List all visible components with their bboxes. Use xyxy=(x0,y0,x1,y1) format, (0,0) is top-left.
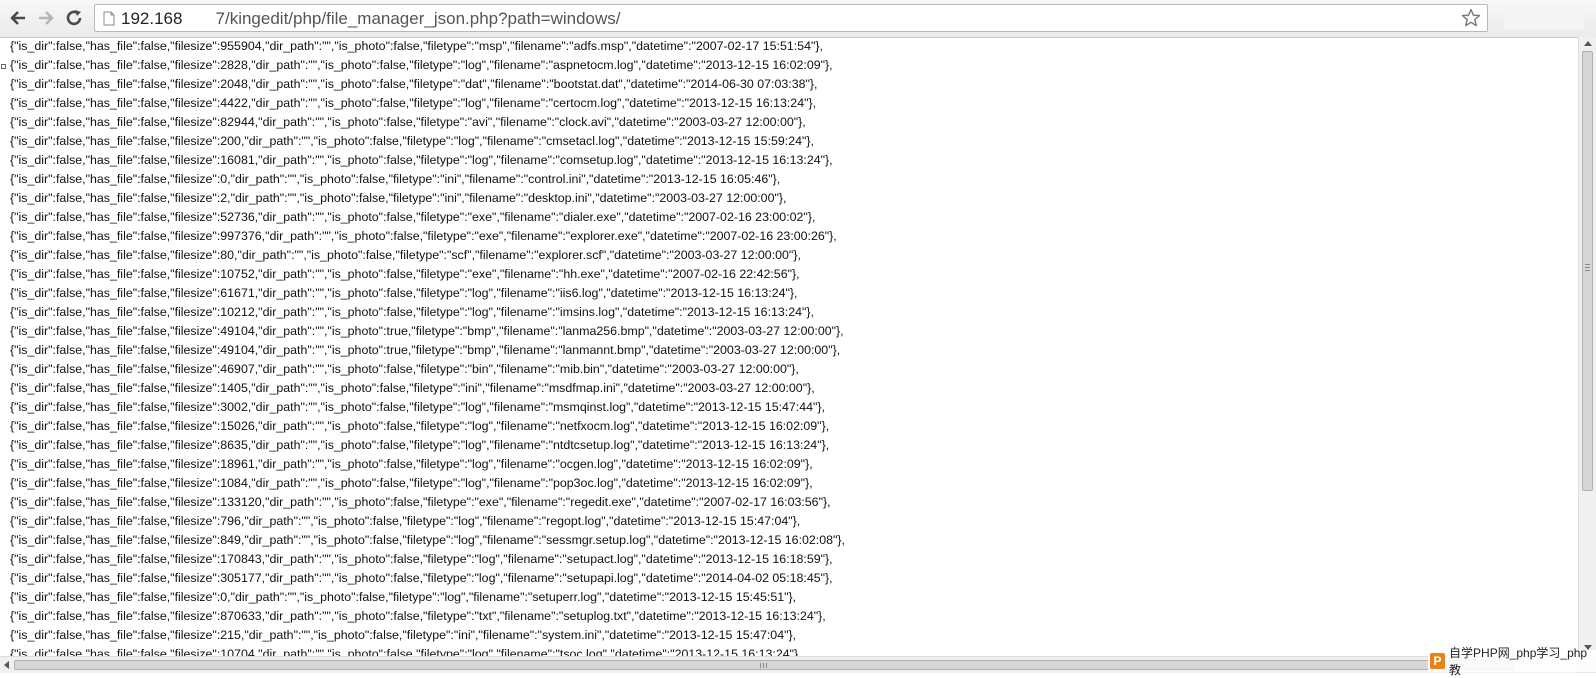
json-line: {"is_dir":false,"has_file":false,"filesi… xyxy=(10,343,841,357)
json-line: {"is_dir":false,"has_file":false,"filesi… xyxy=(10,514,801,528)
json-line: {"is_dir":false,"has_file":false,"filesi… xyxy=(10,267,800,281)
scroll-up-arrow-icon[interactable] xyxy=(1584,41,1592,46)
back-arrow-icon xyxy=(10,11,25,25)
json-line: {"is_dir":false,"has_file":false,"filesi… xyxy=(10,39,823,53)
url-path: 7/kingedit/php/file_manager_json.php?pat… xyxy=(182,9,621,28)
profile-area[interactable] xyxy=(1504,7,1584,29)
json-line: {"is_dir":false,"has_file":false,"filesi… xyxy=(10,476,813,490)
json-line: {"is_dir":false,"has_file":false,"filesi… xyxy=(10,134,814,148)
json-line: {"is_dir":false,"has_file":false,"filesi… xyxy=(10,647,802,656)
json-line: {"is_dir":false,"has_file":false,"filesi… xyxy=(10,457,813,471)
json-line: {"is_dir":false,"has_file":false,"filesi… xyxy=(10,362,799,376)
vertical-grip-icon xyxy=(1585,264,1590,265)
page-icon xyxy=(103,11,115,26)
reload-icon xyxy=(66,10,82,26)
reload-button[interactable] xyxy=(62,6,86,30)
url-host: 192.168 xyxy=(121,9,183,28)
json-line: {"is_dir":false,"has_file":false,"filesi… xyxy=(10,248,801,262)
forward-button[interactable] xyxy=(34,6,58,30)
forward-arrow-icon xyxy=(39,11,54,25)
address-bar[interactable]: 192.168 7/kingedit/php/file_manager_json… xyxy=(94,4,1488,32)
json-line: {"is_dir":false,"has_file":false,"filesi… xyxy=(10,381,815,395)
json-line: {"is_dir":false,"has_file":false,"filesi… xyxy=(10,77,818,91)
vertical-scrollbar[interactable] xyxy=(1578,37,1596,656)
json-line: {"is_dir":false,"has_file":false,"filesi… xyxy=(10,495,831,509)
json-line: {"is_dir":false,"has_file":false,"filesi… xyxy=(10,400,826,414)
horizontal-grip-icon xyxy=(760,663,761,668)
json-line: {"is_dir":false,"has_file":false,"filesi… xyxy=(10,590,797,604)
watermark-logo: P xyxy=(1430,653,1446,669)
json-line: {"is_dir":false,"has_file":false,"filesi… xyxy=(10,419,830,433)
watermark: P 自学PHP网_php学习_php教 xyxy=(1428,646,1596,677)
json-line: {"is_dir":false,"has_file":false,"filesi… xyxy=(10,210,816,224)
json-line: {"is_dir":false,"has_file":false,"filesi… xyxy=(10,324,844,338)
json-line: {"is_dir":false,"has_file":false,"filesi… xyxy=(10,305,815,319)
bookmark-star-icon[interactable] xyxy=(1461,8,1481,28)
url-text: 192.168 7/kingedit/php/file_manager_json… xyxy=(121,9,621,29)
scroll-left-arrow-icon[interactable] xyxy=(4,661,9,669)
json-line: {"is_dir":false,"has_file":false,"filesi… xyxy=(10,533,845,547)
vertical-scroll-thumb[interactable] xyxy=(1582,51,1593,491)
json-line: {"is_dir":false,"has_file":false,"filesi… xyxy=(10,172,781,186)
json-text-body: {"is_dir":false,"has_file":false,"filesi… xyxy=(10,37,845,656)
page-content: {"is_dir":false,"has_file":false,"filesi… xyxy=(0,37,1578,656)
json-line: {"is_dir":false,"has_file":false,"filesi… xyxy=(10,153,833,167)
json-line: {"is_dir":false,"has_file":false,"filesi… xyxy=(10,96,817,110)
horizontal-scroll-thumb[interactable] xyxy=(14,660,1514,670)
json-line: {"is_dir":false,"has_file":false,"filesi… xyxy=(10,191,787,205)
horizontal-scrollbar[interactable] xyxy=(0,656,1578,673)
json-line: {"is_dir":false,"has_file":false,"filesi… xyxy=(10,628,797,642)
json-line: {"is_dir":false,"has_file":false,"filesi… xyxy=(10,58,833,72)
json-line: {"is_dir":false,"has_file":false,"filesi… xyxy=(10,229,837,243)
json-line: {"is_dir":false,"has_file":false,"filesi… xyxy=(10,438,830,452)
json-line: {"is_dir":false,"has_file":false,"filesi… xyxy=(10,286,798,300)
json-line: {"is_dir":false,"has_file":false,"filesi… xyxy=(10,609,826,623)
json-line: {"is_dir":false,"has_file":false,"filesi… xyxy=(10,552,833,566)
back-button[interactable] xyxy=(6,6,30,30)
json-line: {"is_dir":false,"has_file":false,"filesi… xyxy=(10,571,833,585)
browser-toolbar: 192.168 7/kingedit/php/file_manager_json… xyxy=(0,0,1596,38)
json-line: {"is_dir":false,"has_file":false,"filesi… xyxy=(10,115,806,129)
